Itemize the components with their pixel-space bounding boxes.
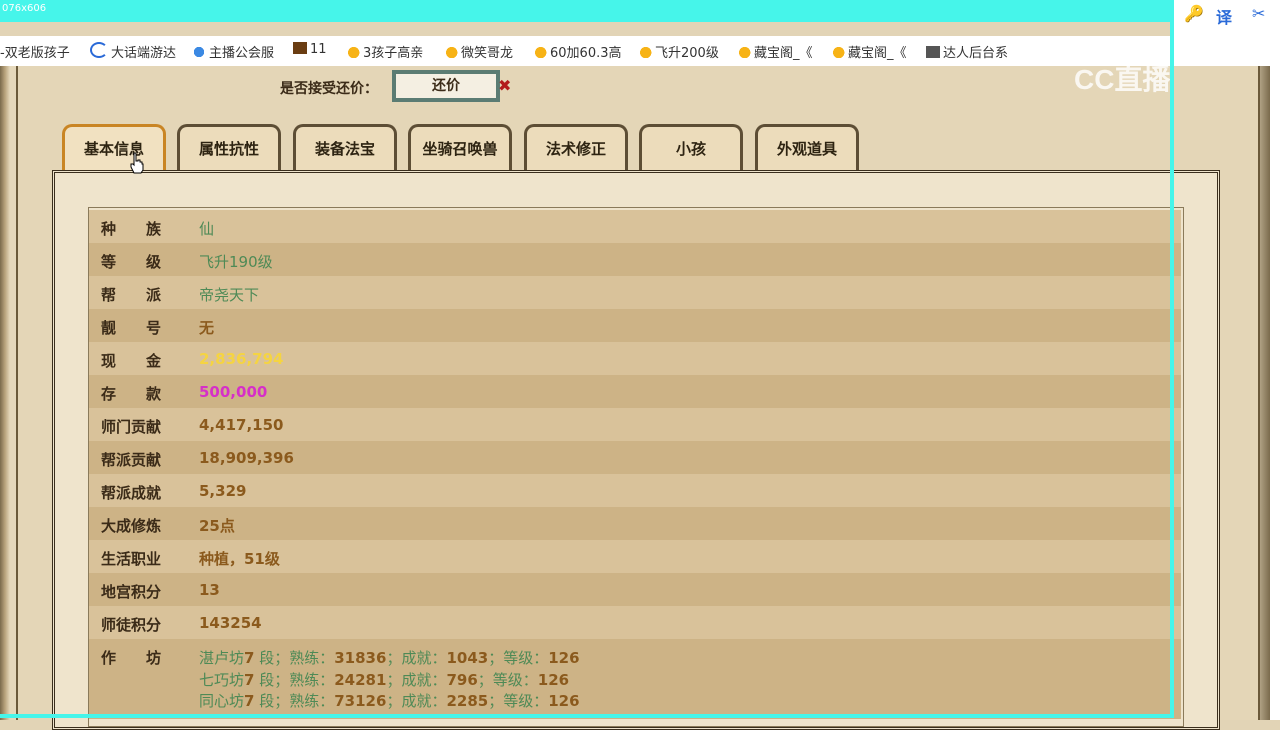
counter-offer-button[interactable]: 还价 — [392, 70, 500, 102]
bookmark-item[interactable]: 60加60.3高 — [533, 42, 622, 61]
capture-border-bottom — [0, 714, 1174, 718]
workshop-line: 七巧坊7 段；熟练：24281；成就：796；等级：126 — [199, 671, 570, 689]
bookmark-item[interactable]: 藏宝阁_《 — [737, 42, 813, 61]
tab-child[interactable]: 小孩 — [639, 124, 743, 170]
close-icon[interactable]: ✖ — [498, 76, 511, 95]
game-icon — [293, 42, 307, 54]
row-value: 5,329 — [199, 482, 247, 500]
bookmark-item[interactable]: 主播公会服 — [192, 42, 274, 61]
row-value: 13 — [199, 581, 220, 599]
info-row: 地宫积分 13 — [89, 573, 1181, 606]
row-value: 无 — [199, 319, 215, 337]
row-label: 现 金 — [101, 352, 162, 370]
row-value: 4,417,150 — [199, 416, 284, 434]
key-icon[interactable]: 🔑 — [1184, 4, 1204, 23]
row-label: 师门贡献 — [101, 418, 162, 436]
capture-dimensions: 076x606 — [2, 3, 47, 14]
workshop-row: 作 坊 湛卢坊7 段；熟练：31836；成就：1043；等级：126 七巧坊7 … — [89, 639, 1181, 719]
bookmark-item[interactable]: 微笑哥龙 — [444, 42, 513, 61]
c-icon — [90, 42, 108, 58]
scissors-icon[interactable]: ✂ — [1252, 4, 1265, 23]
row-value: 种植，51级 — [199, 550, 280, 568]
info-row: 等 级 飞升190级 — [89, 243, 1181, 276]
document-icon — [926, 46, 940, 58]
row-label: 靓 号 — [101, 319, 162, 337]
tab-basic-info[interactable]: 基本信息 — [62, 124, 166, 170]
row-label: 大成修炼 — [101, 517, 162, 535]
face-icon — [192, 46, 206, 58]
info-row: 存 款 500,000 — [89, 375, 1181, 408]
row-label: 等 级 — [101, 253, 162, 271]
tab-equipment[interactable]: 装备法宝 — [293, 124, 397, 170]
capture-bar: 076x606 — [0, 0, 1172, 22]
info-row: 帮派成就 5,329 — [89, 474, 1181, 507]
row-value: 仙 — [199, 220, 215, 238]
workshop-line: 同心坊7 段；熟练：73126；成就：2285；等级：126 — [199, 692, 580, 710]
bookmark-item[interactable]: 达人后台系 — [926, 42, 1008, 61]
info-row: 靓 号无 — [89, 309, 1181, 342]
bookmarks-bar: -双老版孩子 大话端游达 主播公会服 11 3孩子高亲 微笑哥龙 60加60.3… — [0, 36, 1172, 66]
row-value: 143254 — [199, 614, 262, 632]
info-row: 种 族仙 — [89, 210, 1181, 243]
row-label: 生活职业 — [101, 550, 162, 568]
row-label: 作 坊 — [101, 649, 162, 667]
tab-mounts-pets[interactable]: 坐骑召唤兽 — [408, 124, 512, 170]
bookmark-item[interactable]: 3孩子高亲 — [346, 42, 423, 61]
row-value: 飞升190级 — [199, 253, 273, 271]
tab-spell-mods[interactable]: 法术修正 — [524, 124, 628, 170]
info-row: 师徒积分 143254 — [89, 606, 1181, 639]
info-row: 帮派贡献 18,909,396 — [89, 441, 1181, 474]
info-row: 帮 派 帝尧天下 — [89, 276, 1181, 309]
bookmark-item[interactable]: -双老版孩子 — [0, 42, 70, 61]
watermark-logo: CC直播 — [1074, 64, 1171, 95]
row-label: 地宫积分 — [101, 583, 162, 601]
row-label: 帮派成就 — [101, 484, 162, 502]
row-label: 存 款 — [101, 385, 162, 403]
workshop-line: 湛卢坊7 段；熟练：31836；成就：1043；等级：126 — [199, 649, 580, 667]
bookmark-item[interactable]: 大话端游达 — [90, 42, 176, 61]
bookmark-item[interactable]: 藏宝阁_《 — [831, 42, 907, 61]
bookmark-item[interactable]: 11 — [293, 42, 327, 57]
chick-icon — [638, 46, 652, 58]
hand-cursor-icon — [130, 152, 144, 174]
row-label: 师徒积分 — [101, 616, 162, 634]
row-value: 25点 — [199, 517, 235, 535]
info-row: 现 金 2,836,794 — [89, 342, 1181, 375]
translate-icon[interactable]: 译 — [1216, 4, 1232, 28]
bookmark-item[interactable]: 飞升200级 — [638, 42, 719, 61]
chick-icon — [737, 46, 751, 58]
chick-icon — [346, 46, 360, 58]
chick-icon — [533, 46, 547, 58]
row-label: 帮派贡献 — [101, 451, 162, 469]
row-label: 种 族 — [101, 220, 162, 238]
row-value: 500,000 — [199, 383, 268, 401]
counter-offer-label: 是否接受还价： — [280, 81, 378, 97]
row-value: 2,836,794 — [199, 350, 284, 368]
row-value: 帝尧天下 — [199, 286, 260, 304]
chick-icon — [444, 46, 458, 58]
info-row: 师门贡献 4,417,150 — [89, 408, 1181, 441]
row-label: 帮 派 — [101, 286, 162, 304]
info-row: 生活职业 种植，51级 — [89, 540, 1181, 573]
capture-border-right — [1170, 0, 1174, 718]
row-value: 18,909,396 — [199, 449, 294, 467]
tab-appearance[interactable]: 外观道具 — [755, 124, 859, 170]
tab-attributes[interactable]: 属性抗性 — [177, 124, 281, 170]
chick-icon — [831, 46, 845, 58]
info-row: 大成修炼 25点 — [89, 507, 1181, 540]
